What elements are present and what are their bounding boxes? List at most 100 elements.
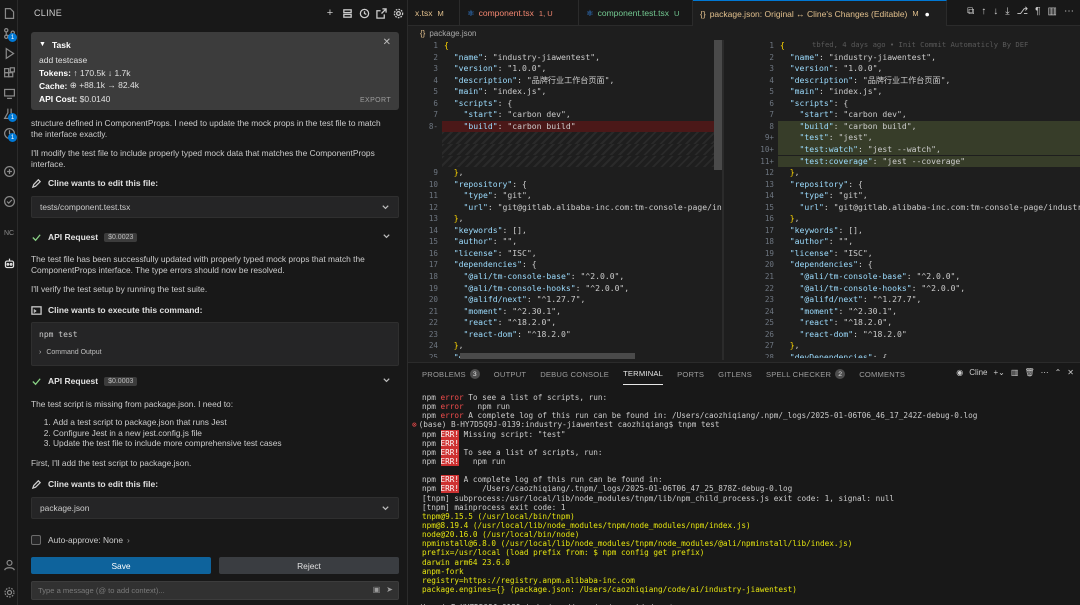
api-request-header[interactable]: API Request $0.0023 <box>31 230 399 244</box>
maximize-panel-icon[interactable]: ⌃ <box>1055 368 1062 377</box>
chevron-down-icon[interactable] <box>382 376 391 385</box>
tab-package-json-diff[interactable]: {} package.json: Original ↔ Cline's Chang… <box>693 0 947 26</box>
terminal-line: [tnpm] subprocess:/usr/local/lib/node_mo… <box>422 494 1072 503</box>
cline-robot-icon[interactable] <box>0 254 18 272</box>
tab-gitlens[interactable]: GITLENS <box>718 363 752 385</box>
tab-x-tsx[interactable]: x.tsx M <box>408 0 460 26</box>
api-request-header[interactable]: API Request $0.0003 <box>31 374 399 388</box>
diff-modified-pane[interactable]: 1 {2 "name": "industry-jiawentest", 3 "ver… <box>744 38 1080 358</box>
close-panel-icon[interactable]: ✕ <box>1067 368 1074 377</box>
line-number: 1 <box>769 41 774 50</box>
popout-icon[interactable] <box>375 6 387 20</box>
split-editor-icon[interactable]: ▥ <box>1048 6 1057 17</box>
line-number: 8- <box>428 121 438 131</box>
line-number: 8 <box>769 121 774 131</box>
extensions-icon[interactable] <box>0 64 18 82</box>
new-terminal-icon[interactable]: +⌄ <box>994 368 1005 377</box>
check-icon <box>31 376 42 387</box>
new-task-icon[interactable]: + <box>324 6 336 20</box>
diff-filler <box>442 132 722 144</box>
terminal-prefix: npm <box>422 429 441 439</box>
save-button[interactable]: Save <box>31 557 211 574</box>
code-line: "build": "carbon build" <box>463 120 576 131</box>
terminal-line: npm@8.19.4 (/usr/local/lib/node_modules/… <box>422 521 1072 530</box>
more-actions-icon[interactable]: ⋯ <box>1041 368 1049 377</box>
diff-original-pane[interactable]: 1 {2 "name": "industry-jiawentest", 3 "ver… <box>408 38 722 358</box>
export-button[interactable]: EXPORT <box>360 97 391 104</box>
close-icon[interactable]: ✕ <box>383 37 391 48</box>
edit-file-box[interactable]: package.json <box>31 497 399 519</box>
command-output-toggle[interactable]: › Command Output <box>39 349 102 356</box>
terminal-output[interactable]: npm error To see a list of scripts, run:… <box>412 393 1072 605</box>
task-heading-row: ▼ Task <box>39 38 391 51</box>
auto-approve-toggle[interactable]: Auto-approve: None › <box>31 535 130 545</box>
cache-value: ⊕ +88.1k → 82.4k <box>69 80 139 90</box>
chevron-down-icon[interactable] <box>381 504 390 513</box>
open-file-icon[interactable]: ⧉ <box>967 6 974 17</box>
nc-label[interactable]: NC <box>0 224 18 242</box>
mcp-server-icon[interactable] <box>341 6 353 20</box>
breadcrumb-file: package.json <box>429 28 477 38</box>
chevron-down-icon[interactable] <box>381 203 390 212</box>
gitlens-icon[interactable] <box>0 162 18 180</box>
edit-file-box[interactable]: tests/component.test.tsx <box>31 196 399 218</box>
terminal-prefix: npm <box>422 447 441 457</box>
gitlens-compare-icon[interactable]: ⎇ <box>1017 6 1029 17</box>
split-terminal-icon[interactable]: ▥ <box>1011 368 1019 377</box>
remote-icon[interactable] <box>0 84 18 102</box>
testing-icon[interactable]: 1 <box>0 104 18 122</box>
account-icon[interactable] <box>0 555 18 573</box>
settings-gear-icon[interactable] <box>0 583 18 601</box>
panel-tab-label: DEBUG CONSOLE <box>540 369 610 379</box>
image-icon[interactable]: ▣ <box>373 585 381 594</box>
chevron-down-icon[interactable]: ▼ <box>39 41 46 48</box>
scrollbar[interactable] <box>714 40 722 170</box>
toggle-inline-icon[interactable]: ¶ <box>1035 6 1040 17</box>
terminal-tag: error <box>440 393 464 402</box>
revert-icon[interactable]: ⤓ <box>1005 6 1009 17</box>
chevron-down-icon[interactable] <box>382 232 391 241</box>
terminal-prefix: npm <box>422 402 441 412</box>
settings-icon[interactable] <box>392 6 404 20</box>
tab-debug-console[interactable]: DEBUG CONSOLE <box>540 363 609 385</box>
previous-change-icon[interactable]: ↑ <box>981 6 986 17</box>
tab-problems[interactable]: PROBLEMS 3 <box>422 363 480 385</box>
tab-spell-checker[interactable]: SPELL CHECKER 2 <box>766 363 846 385</box>
tab-label: component.test.tsx <box>597 8 669 18</box>
terminal-prefix: npm <box>422 456 441 466</box>
message-input[interactable] <box>31 581 399 600</box>
tab-output[interactable]: OUTPUT <box>494 363 526 385</box>
line-number: 21 <box>428 306 438 316</box>
source-control-icon[interactable]: 1 <box>0 24 18 42</box>
code-line: "main": "index.js", <box>453 86 547 97</box>
code-line: "license": "ISC", <box>453 247 537 258</box>
tab-component-test-tsx[interactable]: ⚛ component.test.tsx U <box>579 0 693 26</box>
dirty-dot-icon[interactable]: ● <box>925 9 930 19</box>
tab-component-tsx[interactable]: ⚛ component.tsx 1, U <box>460 0 579 26</box>
terminal-line: node@20.16.0 (/usr/local/bin/node) <box>422 530 1072 539</box>
terminal-line: npm ERR! /Users/caozhiqiang/.tnpm/_logs/… <box>422 484 1072 494</box>
check-icon[interactable] <box>0 192 18 210</box>
history-icon[interactable] <box>358 6 370 20</box>
terminal-actions: ◉ Cline +⌄ ▥ 🗑 ⋯ ⌃ ✕ <box>956 368 1074 377</box>
tab-ports[interactable]: PORTS <box>677 363 704 385</box>
more-actions-icon[interactable]: ⋯ <box>1064 6 1074 17</box>
terminal-name[interactable]: Cline <box>969 368 987 377</box>
next-change-icon[interactable]: ↓ <box>993 6 998 17</box>
tab-comments[interactable]: COMMENTS <box>859 363 905 385</box>
line-number: 14 <box>428 225 438 235</box>
timeline-icon[interactable]: 1 <box>0 124 18 142</box>
run-debug-icon[interactable] <box>0 44 18 62</box>
code-line: "@alifd/next": "^1.27.7", <box>799 294 922 305</box>
reject-button[interactable]: Reject <box>219 557 399 574</box>
tab-terminal[interactable]: TERMINAL <box>623 363 664 385</box>
explorer-icon[interactable] <box>0 4 18 22</box>
send-icon[interactable]: ➤ <box>386 585 393 594</box>
terminal-prefix: npm <box>422 475 441 485</box>
horizontal-scrollbar[interactable] <box>460 353 635 359</box>
list-item: Add a test script to package.json that r… <box>53 417 393 428</box>
task-card[interactable]: ▼ Task ✕ add testcase Tokens: ↑ 170.5k ↓… <box>31 32 399 110</box>
kill-terminal-icon[interactable]: 🗑 <box>1024 368 1034 377</box>
code-line: "@ali/tm-console-base": "^2.0.0", <box>799 271 961 281</box>
auto-approve-checkbox[interactable] <box>31 535 41 545</box>
